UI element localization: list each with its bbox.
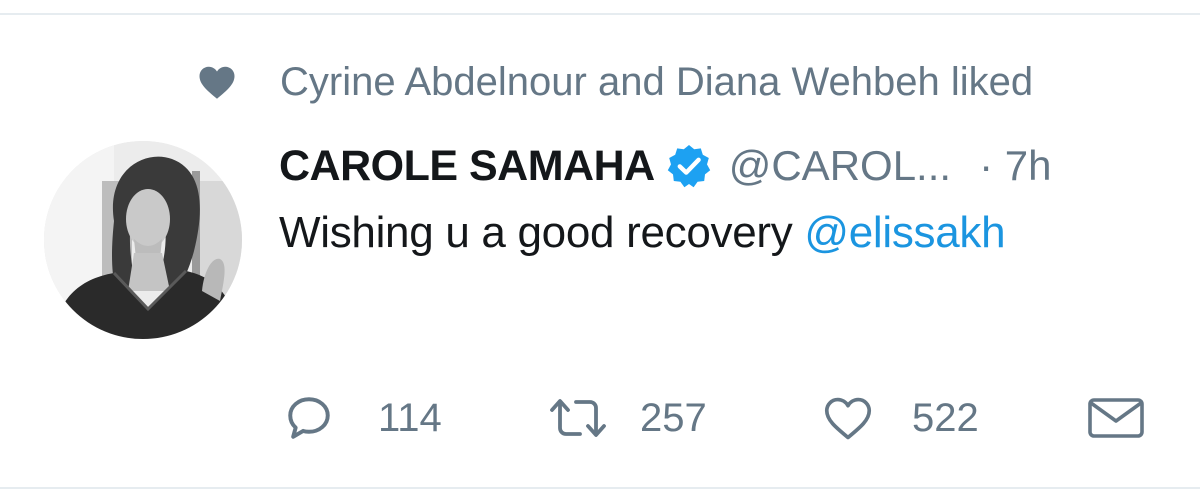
- heart-icon: [199, 66, 235, 99]
- mention-link[interactable]: @elissakh: [804, 208, 1005, 257]
- timestamp[interactable]: · 7h: [979, 142, 1051, 190]
- retweet-count: 257: [640, 395, 707, 440]
- social-context[interactable]: Cyrine Abdelnour and Diana Wehbeh liked: [196, 56, 1033, 108]
- direct-message-button[interactable]: [1086, 388, 1146, 448]
- like-button[interactable]: 522: [820, 388, 979, 448]
- tweet-card: Cyrine Abdelnour and Diana Wehbeh liked …: [0, 0, 1200, 496]
- tweet-header: CAROLE SAMAHA @CAROL... · 7h: [279, 138, 1051, 194]
- verified-badge-icon: [667, 145, 710, 188]
- social-context-text: Cyrine Abdelnour and Diana Wehbeh liked: [280, 59, 1034, 104]
- reply-count: 114: [378, 395, 442, 440]
- retweet-icon: [550, 399, 606, 437]
- like-count: 522: [912, 395, 979, 440]
- reply-button[interactable]: 114: [284, 388, 442, 448]
- action-bar: 114 257 522: [0, 388, 1200, 448]
- heart-outline-icon: [824, 397, 872, 440]
- reply-icon: [288, 397, 330, 439]
- envelope-icon: [1088, 398, 1144, 438]
- handle[interactable]: @CAROL...: [729, 142, 951, 190]
- bottom-divider: [0, 487, 1200, 489]
- profile-photo: [44, 141, 242, 339]
- display-name[interactable]: CAROLE SAMAHA: [279, 142, 655, 191]
- avatar[interactable]: [44, 141, 242, 339]
- tweet-text: Wishing u a good recovery @elissakh: [279, 208, 1006, 258]
- retweet-button[interactable]: 257: [546, 388, 707, 448]
- tweet-text-body: Wishing u a good recovery: [279, 208, 805, 257]
- top-divider: [0, 13, 1200, 15]
